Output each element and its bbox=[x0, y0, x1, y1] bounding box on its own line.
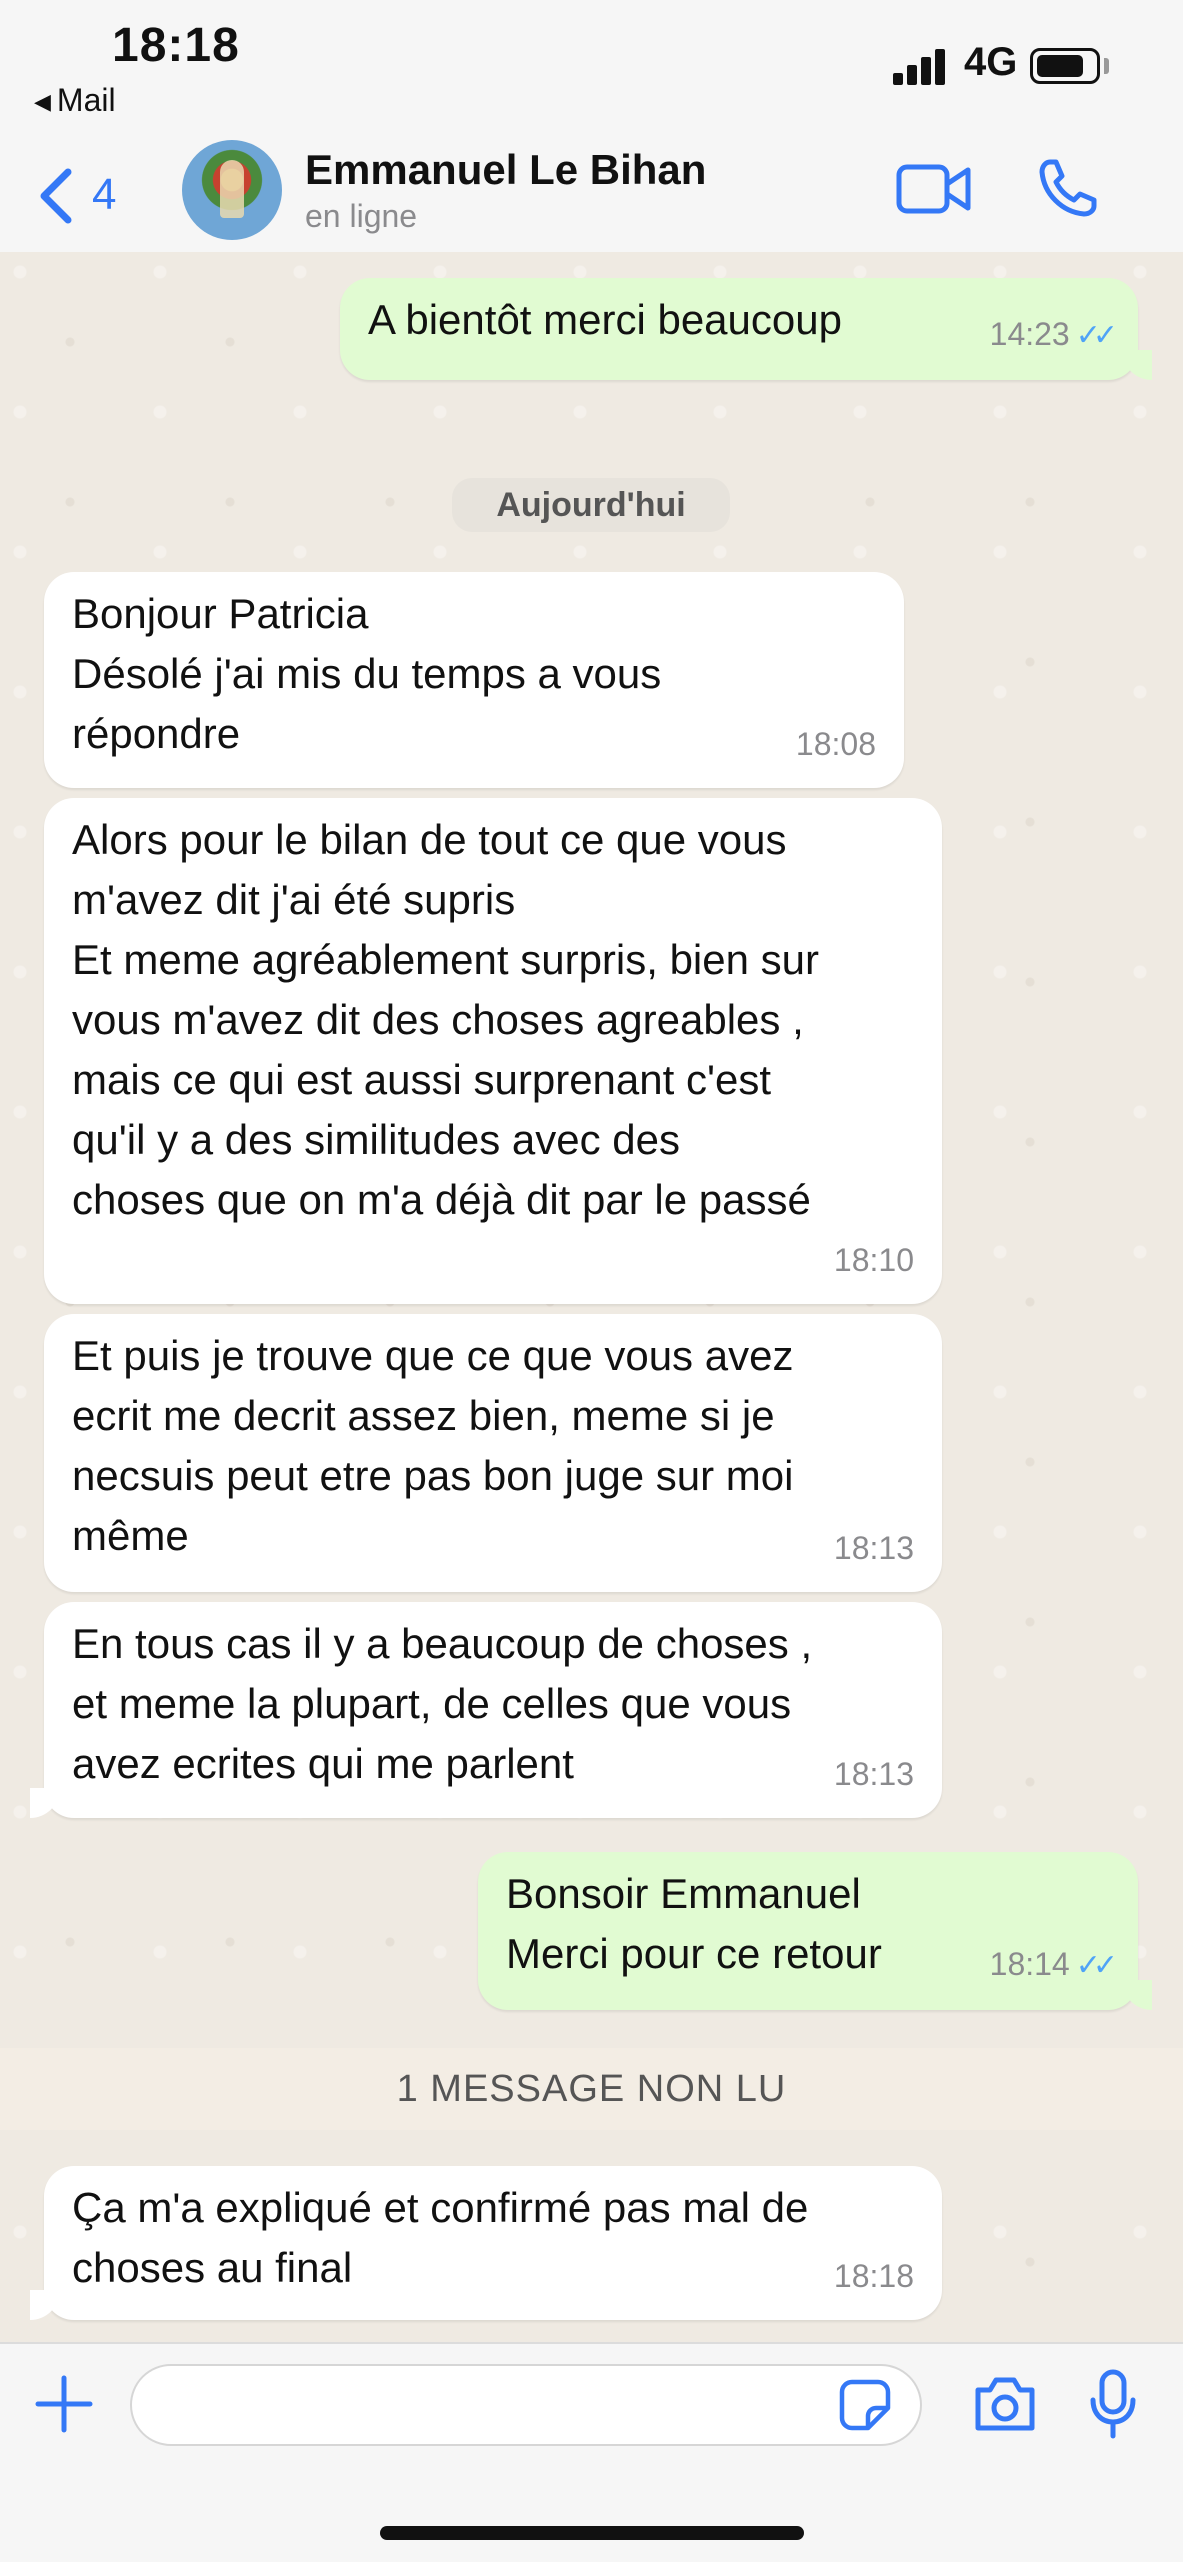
message-bubble-incoming[interactable]: Alors pour le bilan de tout ce que vous … bbox=[44, 798, 942, 1304]
composer-bar bbox=[0, 2342, 1183, 2562]
status-bar: 18:18 ◀ Mail 4G bbox=[0, 0, 1183, 130]
attach-button[interactable] bbox=[34, 2374, 94, 2434]
message-input[interactable] bbox=[130, 2364, 922, 2446]
video-call-button[interactable] bbox=[896, 162, 972, 216]
message-time: 14:23 bbox=[989, 316, 1070, 352]
bubble-tail bbox=[1122, 350, 1152, 380]
back-app-label: Mail bbox=[56, 82, 116, 118]
sticker-icon bbox=[839, 2379, 891, 2431]
camera-icon bbox=[975, 2377, 1035, 2431]
cellular-signal-icon bbox=[893, 45, 953, 85]
message-meta: 18:14 ✓✓ bbox=[989, 1934, 1118, 1996]
message-bubble-incoming[interactable]: Ça m'a expliqué et confirmé pas mal de c… bbox=[30, 2166, 942, 2320]
date-separator: Aujourd'hui bbox=[452, 478, 730, 532]
battery-level bbox=[1037, 55, 1083, 77]
message-bubble-incoming[interactable]: Et puis je trouve que ce que vous avez e… bbox=[44, 1314, 942, 1592]
message-bubble-outgoing[interactable]: Bonsoir Emmanuel Merci pour ce retour 18… bbox=[478, 1852, 1152, 2010]
message-bubble-incoming[interactable]: En tous cas il y a beaucoup de choses , … bbox=[30, 1602, 942, 1818]
bubble-tail bbox=[1122, 1980, 1152, 2010]
message-time: 18:14 bbox=[989, 1946, 1070, 1982]
message-text: En tous cas il y a beaucoup de choses , … bbox=[72, 1620, 813, 1787]
status-time: 18:18 bbox=[112, 19, 240, 72]
battery-tip bbox=[1104, 58, 1109, 74]
video-camera-icon bbox=[896, 164, 971, 214]
bubble-tail bbox=[30, 1788, 60, 1818]
camera-button[interactable] bbox=[972, 2374, 1038, 2434]
read-receipt-icon: ✓✓ bbox=[1075, 1949, 1118, 1982]
message-time: 18:10 bbox=[833, 1242, 914, 1278]
message-meta: 14:23 ✓✓ bbox=[989, 304, 1118, 366]
message-text: Ça m'a expliqué et confirmé pas mal de c… bbox=[72, 2184, 809, 2291]
message-time: 18:13 bbox=[833, 1756, 914, 1792]
message-time: 18:08 bbox=[795, 726, 876, 762]
read-receipt-icon: ✓✓ bbox=[1075, 319, 1118, 352]
home-indicator[interactable] bbox=[380, 2526, 804, 2540]
bubble-tail bbox=[30, 2290, 60, 2320]
unread-messages-banner: 1 MESSAGE NON LU bbox=[0, 2048, 1183, 2130]
message-bubble-incoming[interactable]: Bonjour Patricia Désolé j'ai mis du temp… bbox=[44, 572, 904, 788]
battery-icon bbox=[1030, 48, 1100, 84]
contact-avatar[interactable] bbox=[182, 140, 282, 240]
message-text: Et puis je trouve que ce que vous avez e… bbox=[72, 1332, 794, 1559]
message-text: Alors pour le bilan de tout ce que vous … bbox=[72, 816, 819, 1223]
chevron-left-icon bbox=[40, 168, 72, 224]
microphone-icon bbox=[1090, 2369, 1136, 2439]
network-type: 4G bbox=[964, 40, 1018, 84]
back-button[interactable]: 4 bbox=[30, 156, 140, 226]
back-triangle-icon: ◀ bbox=[34, 89, 51, 114]
phone-icon bbox=[1039, 159, 1097, 217]
message-list[interactable]: A bientôt merci beaucoup 14:23 ✓✓ Aujourd… bbox=[0, 252, 1183, 2342]
avatar-figure bbox=[220, 160, 244, 218]
voice-call-button[interactable] bbox=[1036, 156, 1100, 220]
message-time: 18:18 bbox=[833, 2258, 914, 2294]
plus-icon bbox=[35, 2375, 93, 2433]
chat-header: 4 Emmanuel Le Bihan en ligne bbox=[0, 130, 1183, 254]
message-bubble-outgoing[interactable]: A bientôt merci beaucoup 14:23 ✓✓ bbox=[340, 278, 1152, 380]
unread-chats-count: 4 bbox=[92, 170, 117, 219]
contact-name[interactable]: Emmanuel Le Bihan bbox=[305, 146, 706, 194]
contact-status: en ligne bbox=[305, 198, 418, 234]
back-to-app-link[interactable]: ◀ Mail bbox=[34, 82, 116, 119]
sticker-button[interactable] bbox=[838, 2378, 892, 2432]
message-text: Bonjour Patricia Désolé j'ai mis du temp… bbox=[72, 590, 662, 757]
message-time: 18:13 bbox=[833, 1530, 914, 1566]
voice-note-button[interactable] bbox=[1088, 2368, 1138, 2440]
